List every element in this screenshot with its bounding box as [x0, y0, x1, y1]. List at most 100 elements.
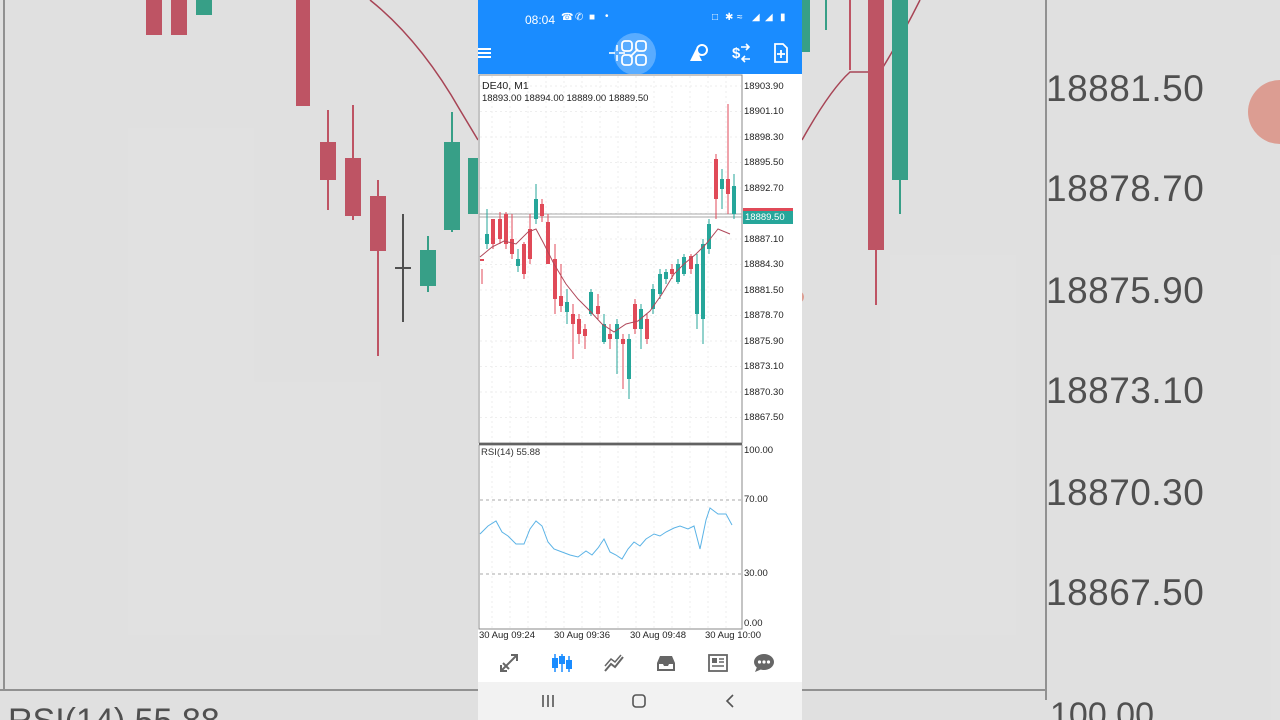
home-button[interactable]: [627, 690, 651, 712]
price-axis-label: 18884.30: [744, 259, 784, 270]
candle-body: [559, 296, 563, 306]
video-icon: ■: [589, 12, 596, 23]
nav-chat[interactable]: [749, 650, 779, 676]
trade-button[interactable]: $: [722, 34, 758, 72]
chart-ohlc: 18893.00 18894.00 18889.00 18889.50: [482, 93, 649, 104]
candle-body: [658, 274, 662, 294]
candle-body: [510, 239, 514, 254]
candle-body: [707, 224, 711, 249]
price-axis-label: 18881.50: [744, 285, 784, 296]
price-axis-label: 18875.90: [744, 336, 784, 347]
price-axis-label: 18887.10: [744, 234, 784, 245]
candle-body: [571, 314, 575, 324]
time-axis-label: 30 Aug 09:24: [479, 630, 535, 641]
lock-icon: □: [712, 12, 719, 23]
rsi-axis-label: 0.00: [744, 618, 763, 629]
candle-body: [645, 319, 649, 339]
rsi-axis-label: 70.00: [744, 494, 768, 505]
menu-button[interactable]: [478, 34, 502, 72]
shapes-icon: [690, 44, 708, 61]
rsi-indicator-label: RSI(14) 55.88: [481, 447, 541, 458]
nav-history[interactable]: [651, 650, 681, 676]
candles-group: [480, 104, 736, 399]
recents-icon: [542, 695, 554, 707]
candle-body: [695, 264, 699, 314]
nav-chart[interactable]: [547, 650, 577, 676]
call-forward-icon: ☎: [561, 12, 574, 23]
candle-body: [726, 179, 730, 194]
candle-body: [498, 219, 502, 239]
candle-body: [577, 319, 581, 334]
chart-icon: [552, 654, 572, 672]
new-order-button[interactable]: [763, 34, 799, 72]
candle-body: [621, 339, 625, 344]
price-axis-label: 18898.30: [744, 132, 784, 143]
candle-body: [732, 186, 736, 214]
chart-grid: [480, 76, 741, 628]
candle-body: [608, 334, 612, 339]
nav-quotes[interactable]: [495, 650, 525, 676]
rsi-line: [479, 507, 733, 560]
menu-icon: [478, 48, 491, 58]
current-price-tag: 18889.50: [743, 211, 793, 224]
candle-body: [522, 244, 526, 274]
new-order-icon: [774, 43, 788, 63]
trade-icon: [604, 654, 624, 672]
dot-icon: •: [605, 11, 609, 22]
rsi-axis-label: 30.00: [744, 568, 768, 579]
candle-body: [720, 179, 724, 189]
candle-body: [714, 159, 718, 199]
price-axis-label: 18892.70: [744, 183, 784, 194]
candle-body: [565, 302, 569, 312]
time-axis-label: 30 Aug 09:36: [554, 630, 610, 641]
candle-body: [546, 222, 550, 264]
candle-body: [491, 219, 495, 244]
candle-body: [583, 329, 587, 336]
candle-body: [627, 339, 631, 379]
call-icon: ✆: [575, 12, 584, 23]
shapes-button[interactable]: [681, 34, 717, 72]
back-button[interactable]: [718, 690, 742, 712]
candle-body: [596, 306, 600, 314]
status-clock: 08:04: [525, 13, 556, 27]
candle-body: [676, 264, 680, 282]
candle-body: [664, 272, 668, 279]
candle-body: [480, 259, 484, 261]
status-bar: 08:04 ☎ ✆ ■ • □ ✱ ≈ ◢ ◢ ▮: [478, 0, 802, 36]
chart-toolbar: $: [478, 32, 802, 75]
home-icon: [632, 694, 646, 708]
rsi-axis-label: 100.00: [744, 445, 774, 456]
quotes-icon: [500, 654, 518, 672]
time-axis-label: 30 Aug 09:48: [630, 630, 686, 641]
time-axis-label: 30 Aug 10:00: [705, 630, 761, 641]
wifi-icon: ≈: [737, 12, 743, 23]
objects-button[interactable]: [614, 33, 656, 75]
nav-news[interactable]: [703, 650, 733, 676]
news-icon: [708, 654, 728, 672]
price-axis-label: 18873.10: [744, 361, 784, 372]
screen: 18881.50 18878.70 18875.90 18873.10 1887…: [0, 0, 1280, 720]
phone-screen: 08:04 ☎ ✆ ■ • □ ✱ ≈ ◢ ◢ ▮ $ DE40, M1 188…: [478, 0, 802, 720]
price-axis-label: 18901.10: [744, 106, 784, 117]
price-axis-label: 18895.50: [744, 157, 784, 168]
signal-icon: ◢: [752, 12, 760, 23]
candle-body: [534, 199, 538, 219]
candle-body: [504, 214, 508, 244]
trade-icon: $: [732, 43, 751, 63]
candle-body: [633, 304, 637, 329]
moving-average-line: [479, 228, 731, 333]
price-axis-label: 18867.50: [744, 412, 784, 423]
bluetooth-icon: ✱: [725, 12, 734, 23]
android-navigation-bar: [478, 682, 802, 720]
nav-trade[interactable]: [599, 650, 629, 676]
battery-icon: ▮: [780, 12, 786, 23]
price-axis-label: 18903.90: [744, 81, 784, 92]
recents-button[interactable]: [536, 690, 560, 712]
chart-symbol: DE40, M1: [482, 80, 529, 92]
chart-area[interactable]: DE40, M1 18893.00 18894.00 18889.00 1888…: [478, 74, 802, 644]
back-icon: [725, 694, 734, 708]
candle-body: [540, 204, 544, 216]
svg-text:$: $: [732, 45, 741, 62]
bottom-navigation: [478, 644, 802, 682]
candle-body: [485, 234, 489, 244]
